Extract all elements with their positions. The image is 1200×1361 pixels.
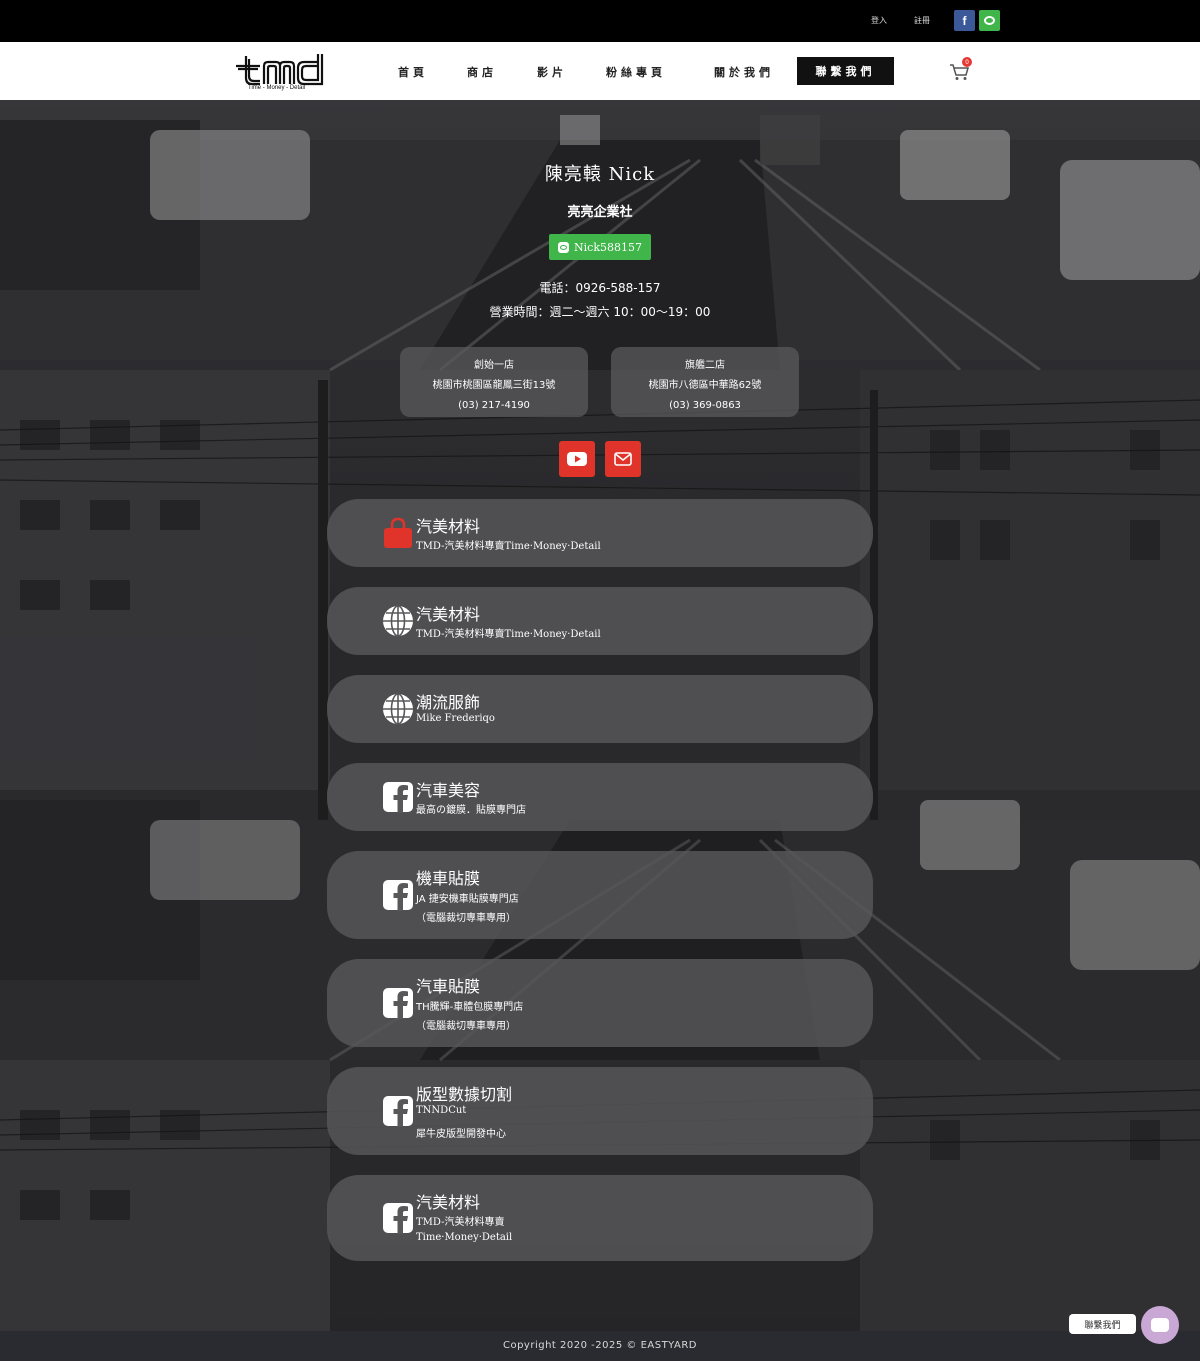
chat-label[interactable]: 聯繫我們 [1069, 1314, 1136, 1334]
link-title: 版型數據切割 [416, 1085, 513, 1104]
top-bar: 登入 註冊 f [0, 0, 1200, 42]
link-title: 機車貼膜 [416, 869, 481, 888]
link-card-6[interactable]: 汽車貼膜 TH騰輝-車體包膜專門店 （電腦裁切專車專用） [327, 959, 873, 1047]
link-subtitle: TMD-汽美材料專賣Time·Money·Detail [416, 541, 601, 552]
facebook-icon [383, 1096, 413, 1127]
link-note: Time·Money·Detail [416, 1232, 513, 1243]
youtube-icon[interactable] [559, 441, 595, 477]
link-note: （電腦裁切專車專用） [416, 1021, 516, 1032]
facebook-icon [383, 880, 413, 911]
link-subtitle: TMD-汽美材料專賣Time·Money·Detail [416, 629, 601, 640]
link-card-2[interactable]: 汽美材料 TMD-汽美材料專賣Time·Money·Detail [327, 587, 873, 655]
link-subtitle: TH騰輝-車體包膜專門店 [416, 1002, 524, 1013]
link-card-1[interactable]: 汽美材料 TMD-汽美材料專賣Time·Money·Detail [327, 499, 873, 567]
link-subtitle: TNNDCut [416, 1105, 467, 1116]
store-phone: (03) 369-0863 [669, 400, 741, 411]
link-card-4[interactable]: 汽車美容 最高の鍍膜．貼膜專門店 [327, 763, 873, 831]
footer-copyright: Copyright 2020 -2025 © EASTYARD [0, 1331, 1200, 1361]
store-name: 旗艦二店 [685, 360, 725, 371]
main-nav: Time - Money - Detail 首頁 商店 影片 粉絲專頁 關於我們… [0, 42, 1200, 100]
company-name: 亮亮企業社 [567, 205, 633, 220]
cart-badge: 0 [962, 57, 972, 67]
link-title: 潮流服飾 [416, 693, 481, 712]
nav-item-shop[interactable]: 商店 [467, 64, 497, 80]
mail-icon[interactable] [605, 441, 641, 477]
facebook-icon [383, 782, 413, 813]
link-title: 汽美材料 [416, 517, 481, 536]
nav-item-fanpage[interactable]: 粉絲專頁 [606, 64, 666, 80]
store-card-2: 旗艦二店 桃園市八德區中華路62號 (03) 369-0863 [611, 347, 799, 417]
shopping-bag-icon [384, 517, 412, 548]
store-address: 桃園市桃園區龍鳳三街13號 [432, 380, 556, 391]
store-address: 桃園市八德區中華路62號 [648, 380, 762, 391]
link-subtitle: TMD-汽美材料專賣 [416, 1217, 505, 1228]
link-card-5[interactable]: 機車貼膜 JA 捷安機車貼膜專門店 （電腦裁切專車專用） [327, 851, 873, 939]
facebook-icon[interactable]: f [954, 10, 975, 31]
profile-name: 陳亮轅 Nick [544, 164, 656, 185]
globe-icon [383, 693, 413, 725]
line-icon[interactable] [979, 10, 1000, 31]
link-title: 汽車美容 [416, 781, 481, 800]
facebook-icon [383, 988, 413, 1019]
phone-text: 電話：0926-588-157 [539, 281, 661, 295]
link-subtitle: Mike Frederiqo [416, 713, 495, 724]
link-title: 汽美材料 [416, 605, 481, 624]
facebook-icon [383, 1203, 413, 1234]
link-title: 汽車貼膜 [416, 977, 481, 996]
link-subtitle: 最高の鍍膜．貼膜專門店 [416, 805, 526, 816]
line-icon [558, 241, 570, 253]
link-note: 犀牛皮版型開發中心 [416, 1129, 506, 1140]
link-card-7[interactable]: 版型數據切割 TNNDCut 犀牛皮版型開發中心 [327, 1067, 873, 1155]
link-note: （電腦裁切專車專用） [416, 913, 516, 924]
line-id-label: Nick588157 [574, 240, 642, 254]
link-title: 汽美材料 [416, 1193, 481, 1212]
chat-icon[interactable] [1141, 1306, 1179, 1344]
contact-button[interactable]: 聯繫我們 [797, 57, 894, 85]
nav-item-about[interactable]: 關於我們 [714, 64, 774, 80]
link-card-8[interactable]: 汽美材料 TMD-汽美材料專賣 Time·Money·Detail [327, 1175, 873, 1261]
logo-tagline: Time - Money - Detail [248, 85, 306, 91]
nav-item-home[interactable]: 首頁 [398, 64, 428, 80]
nav-item-videos[interactable]: 影片 [537, 64, 567, 80]
business-hours: 營業時間：週二～週六 10：00～19：00 [489, 305, 711, 319]
register-link[interactable]: 註冊 [914, 15, 930, 26]
store-phone: (03) 217-4190 [458, 400, 530, 411]
link-subtitle: JA 捷安機車貼膜專門店 [416, 894, 519, 905]
line-id-button[interactable]: Nick588157 [549, 234, 651, 260]
globe-icon [383, 605, 413, 637]
store-name: 創始一店 [474, 360, 514, 371]
login-link[interactable]: 登入 [871, 15, 887, 26]
store-card-1: 創始一店 桃園市桃園區龍鳳三街13號 (03) 217-4190 [400, 347, 588, 417]
link-card-3[interactable]: 潮流服飾 Mike Frederiqo [327, 675, 873, 743]
